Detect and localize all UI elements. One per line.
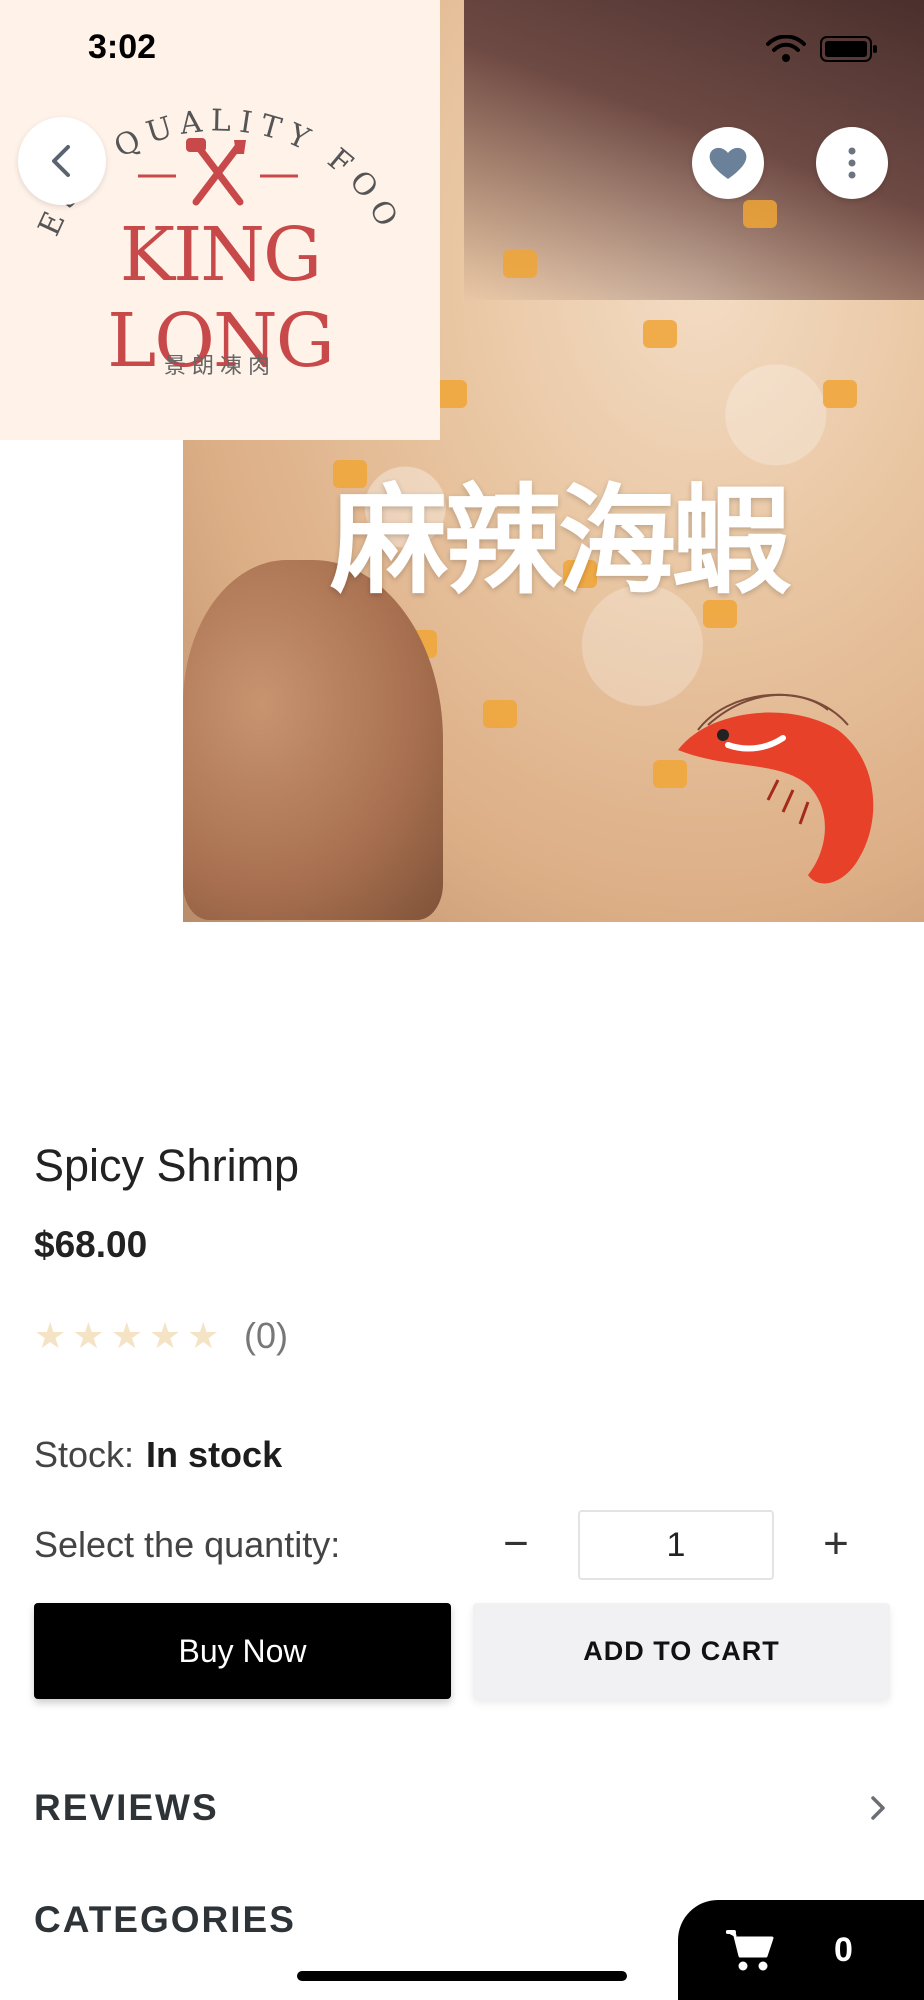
star-icon: ★: [34, 1315, 67, 1356]
logo-subtitle: 景朗凍肉: [163, 353, 276, 378]
rating-stars[interactable]: ★ ★ ★ ★ ★: [34, 1316, 219, 1356]
back-button[interactable]: [18, 117, 106, 205]
star-icon: ★: [72, 1315, 105, 1356]
reviews-label: REVIEWS: [34, 1787, 219, 1828]
quantity-label: Select the quantity:: [34, 1524, 341, 1565]
status-icons: [766, 32, 878, 66]
promo-title-text: 麻辣海蝦: [329, 472, 790, 610]
chevron-left-icon: [52, 145, 70, 177]
star-icon: ★: [148, 1315, 182, 1356]
quantity-increment-button[interactable]: +: [806, 1506, 866, 1582]
rating-count: (0): [244, 1315, 288, 1356]
brand-logo: BEST QUALITY FOOD KING LONG 景朗凍肉: [0, 0, 440, 440]
add-to-cart-button[interactable]: ADD TO CART: [473, 1603, 890, 1699]
more-options-button[interactable]: [816, 127, 888, 199]
status-time: 3:02: [88, 28, 157, 66]
cart-item-count: 0: [834, 1930, 853, 1969]
product-image-area: 麻辣海蝦 BEST QUALITY FOOD KING LONG 景朗凍肉: [0, 0, 924, 925]
heart-icon: [709, 147, 747, 179]
reviews-section-row[interactable]: REVIEWS: [34, 1778, 890, 1838]
product-price: $68.00: [34, 1224, 148, 1265]
fork-knife-icon: [138, 138, 298, 206]
stock-status: Stock: In stock: [34, 1434, 282, 1476]
categories-label: CATEGORIES: [34, 1899, 296, 1940]
quantity-input[interactable]: 1: [578, 1510, 774, 1580]
product-title: Spicy Shrimp: [34, 1140, 300, 1191]
battery-icon: [820, 36, 877, 62]
favorite-button[interactable]: [692, 127, 764, 199]
shopping-cart-icon: [726, 1930, 774, 1971]
stock-value: In stock: [146, 1434, 283, 1475]
wifi-icon: [766, 35, 806, 62]
cart-button[interactable]: 0: [678, 1900, 924, 2000]
star-icon: ★: [110, 1315, 143, 1356]
chevron-right-icon: [871, 1796, 885, 1820]
star-icon: ★: [187, 1315, 220, 1356]
vertical-dots-icon: [848, 147, 856, 179]
shrimp-illustration: [678, 693, 874, 884]
home-indicator[interactable]: [297, 1971, 627, 1981]
stock-label: Stock:: [34, 1434, 135, 1475]
buy-now-button[interactable]: Buy Now: [34, 1603, 451, 1699]
quantity-decrement-button[interactable]: −: [486, 1506, 546, 1582]
